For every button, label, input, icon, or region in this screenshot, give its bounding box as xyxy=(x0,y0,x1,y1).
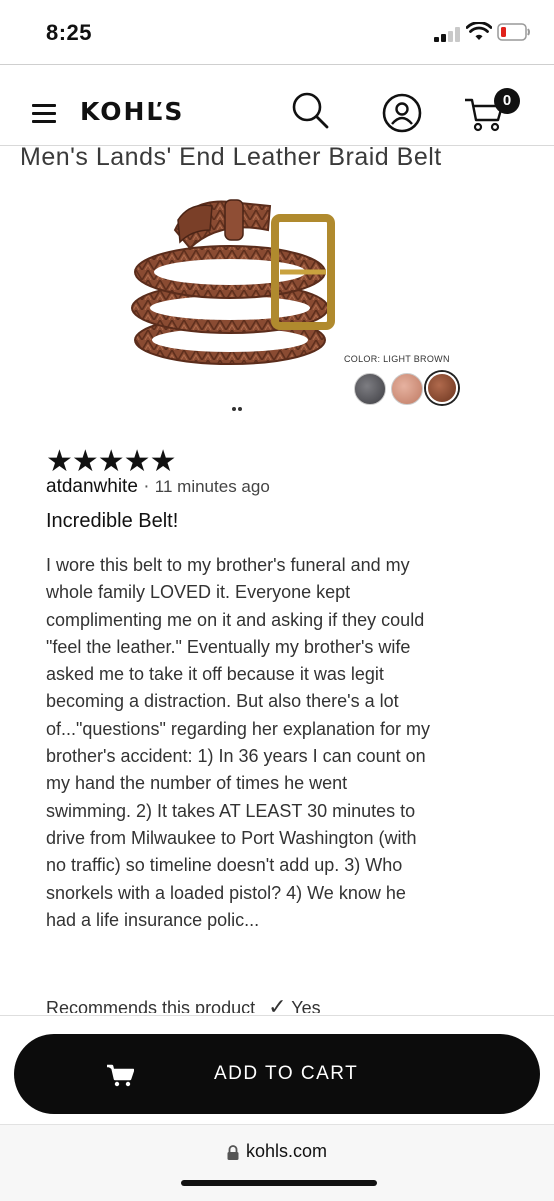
image-carousel-dots[interactable] xyxy=(230,407,246,413)
menu-icon[interactable] xyxy=(32,104,56,124)
search-icon[interactable] xyxy=(290,90,330,130)
site-header: KOHĽS 0 xyxy=(0,66,554,146)
recommend-line: Recommends this product ✓ Yes xyxy=(46,994,321,1013)
status-time: 8:25 xyxy=(46,20,93,45)
recommend-label: Recommends this product xyxy=(46,998,256,1013)
separator: · xyxy=(143,476,150,497)
color-swatch-light-brown[interactable] xyxy=(426,372,458,404)
kohls-logo[interactable]: KOHĽS xyxy=(80,97,184,126)
url-domain[interactable]: kohls.com xyxy=(246,1141,327,1162)
review-author-line: atdanwhite · 11 minutes ago xyxy=(46,476,270,498)
cart-count-badge[interactable]: 0 xyxy=(494,88,520,114)
review-title: Incredible Belt! xyxy=(46,510,179,532)
battery-icon xyxy=(497,23,530,41)
product-image[interactable] xyxy=(130,190,350,370)
add-to-cart-button[interactable]: ADD TO CART xyxy=(14,1034,540,1114)
add-to-cart-label: ADD TO CART xyxy=(214,1063,359,1084)
review-body: I wore this belt to my brother's funeral… xyxy=(46,555,430,930)
cart-icon xyxy=(107,1064,134,1087)
divider xyxy=(0,1015,554,1016)
product-title: Men's Lands' End Leather Braid Belt xyxy=(20,143,442,171)
home-indicator[interactable] xyxy=(181,1180,377,1186)
status-bar: 8:25 xyxy=(0,0,554,60)
recommend-value: Yes xyxy=(291,998,321,1013)
color-label: COLOR: LIGHT BROWN xyxy=(344,354,450,364)
cellular-signal-icon xyxy=(434,26,462,42)
review-time: 11 minutes ago xyxy=(154,477,270,496)
lock-icon xyxy=(227,1145,239,1160)
checkmark-icon: ✓ xyxy=(268,994,287,1013)
color-swatch-rose[interactable] xyxy=(391,373,423,405)
browser-address-bar[interactable]: kohls.com xyxy=(0,1124,554,1201)
review-author[interactable]: atdanwhite xyxy=(46,476,138,497)
account-icon[interactable] xyxy=(381,92,423,134)
rating-stars: ★★★★★ xyxy=(46,445,176,478)
color-swatch-black[interactable] xyxy=(354,373,386,405)
wifi-icon xyxy=(466,22,492,40)
divider xyxy=(0,64,554,65)
